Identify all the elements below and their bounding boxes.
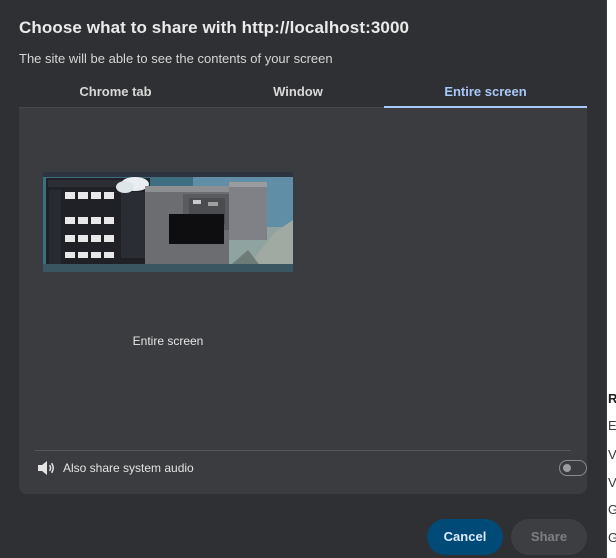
speaker-icon [38,461,54,475]
cancel-button[interactable]: Cancel [427,519,503,555]
tab-entire-screen[interactable]: Entire screen [384,80,587,108]
entire-screen-option[interactable]: Entire screen [34,164,296,376]
system-audio-row: Also share system audio [35,458,587,480]
background-text: G [608,502,616,517]
tab-chrome-tab[interactable]: Chrome tab [19,80,212,106]
background-text: V [608,447,616,462]
tab-window[interactable]: Window [212,80,384,106]
screen-thumbnail [43,172,293,272]
share-button[interactable]: Share [511,519,587,555]
system-audio-toggle[interactable] [559,460,587,476]
divider [35,450,571,451]
toggle-knob [563,464,571,472]
source-panel: Entire screen Also share system audio [19,108,587,494]
background-text: R [608,391,616,406]
background-text: E [608,418,616,433]
source-tabs: Chrome tab Window Entire screen [19,80,587,108]
dialog-subtitle: The site will be able to see the content… [19,51,333,66]
screen-option-label: Entire screen [132,334,204,348]
dialog-title: Choose what to share with http://localho… [19,18,410,37]
system-audio-label: Also share system audio [63,461,194,475]
background-text: G [608,530,616,545]
share-screen-dialog: Choose what to share with http://localho… [0,0,607,558]
background-text: V [608,475,616,490]
screen-preview-image [43,172,293,272]
